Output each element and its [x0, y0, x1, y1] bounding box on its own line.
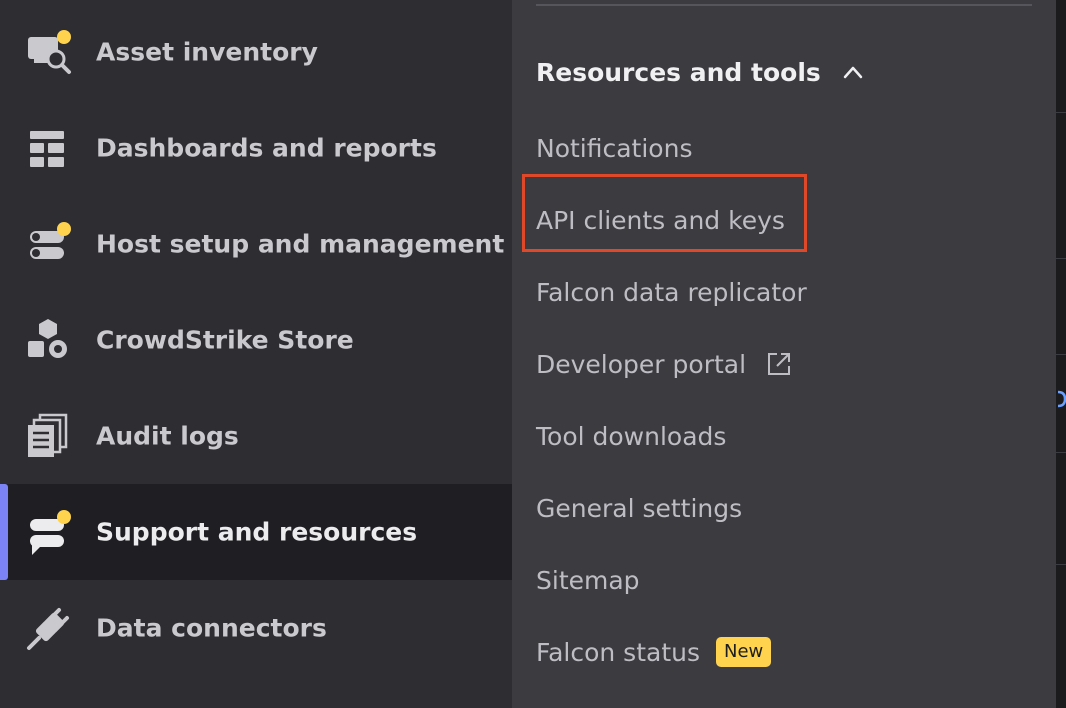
sidebar-item-crowdstrike-store[interactable]: CrowdStrike Store — [0, 292, 512, 388]
divider — [536, 4, 1032, 6]
menu-item-label: API clients and keys — [536, 205, 785, 235]
sidebar-item-support-resources[interactable]: Support and resources — [0, 484, 512, 580]
notification-dot — [57, 222, 71, 236]
menu-item-falcon-data-replicator[interactable]: Falcon data replicator — [536, 272, 807, 312]
menu-item-label: Falcon status — [536, 637, 701, 667]
sidebar-item-label: CrowdStrike Store — [96, 325, 354, 355]
toggle-settings-icon — [26, 221, 72, 267]
menu-item-api-clients-keys[interactable]: API clients and keys — [522, 174, 807, 252]
menu-item-falcon-status[interactable]: Falcon status New — [536, 632, 772, 672]
app-root: Asset inventory Dashboards and reports H… — [0, 0, 1066, 708]
sidebar-item-dashboards[interactable]: Dashboards and reports — [0, 100, 512, 196]
sidebar-item-label: Host setup and management — [96, 229, 505, 259]
menu-item-label: Notifications — [536, 133, 693, 163]
resources-flyout-panel: Resources and tools Notifications API cl… — [512, 0, 1056, 708]
plug-icon — [26, 605, 72, 651]
store-shapes-icon — [26, 317, 72, 363]
sidebar-item-label: Dashboards and reports — [96, 133, 437, 163]
sidebar-item-audit-logs[interactable]: Audit logs — [0, 388, 512, 484]
external-link-icon — [766, 351, 792, 377]
menu-item-general-settings[interactable]: General settings — [536, 488, 742, 528]
chevron-up-icon[interactable] — [843, 65, 863, 79]
asset-inventory-icon — [26, 29, 72, 75]
sidebar: Asset inventory Dashboards and reports H… — [0, 0, 512, 708]
documents-icon — [26, 413, 72, 459]
sidebar-item-host-setup[interactable]: Host setup and management — [0, 196, 512, 292]
dashboard-icon — [26, 125, 72, 171]
sidebar-item-asset-inventory[interactable]: Asset inventory — [0, 4, 512, 100]
sidebar-item-label: Data connectors — [96, 613, 327, 643]
new-badge: New — [716, 637, 772, 667]
menu-item-label: General settings — [536, 493, 743, 523]
sidebar-item-label: Audit logs — [96, 421, 239, 451]
notification-dot — [57, 510, 71, 524]
menu-item-label: Developer portal — [536, 349, 747, 379]
sidebar-item-label: Support and resources — [96, 517, 418, 547]
menu-item-label: Tool downloads — [536, 421, 727, 451]
menu-item-sitemap[interactable]: Sitemap — [536, 560, 640, 600]
support-chat-icon — [26, 509, 72, 555]
background-link-fragment[interactable] — [1056, 388, 1066, 410]
sidebar-item-label: Asset inventory — [96, 37, 318, 67]
menu-item-label: Falcon data replicator — [536, 277, 807, 307]
sidebar-item-data-connectors[interactable]: Data connectors — [0, 580, 512, 676]
background-content-edge — [1056, 0, 1066, 708]
menu-item-label: Sitemap — [536, 565, 640, 595]
section-title: Resources and tools — [536, 57, 821, 87]
menu-item-developer-portal[interactable]: Developer portal — [536, 344, 792, 384]
menu-item-tool-downloads[interactable]: Tool downloads — [536, 416, 726, 456]
section-header-resources-tools[interactable]: Resources and tools — [536, 54, 863, 90]
menu-item-notifications[interactable]: Notifications — [536, 128, 692, 168]
notification-dot — [57, 30, 71, 44]
